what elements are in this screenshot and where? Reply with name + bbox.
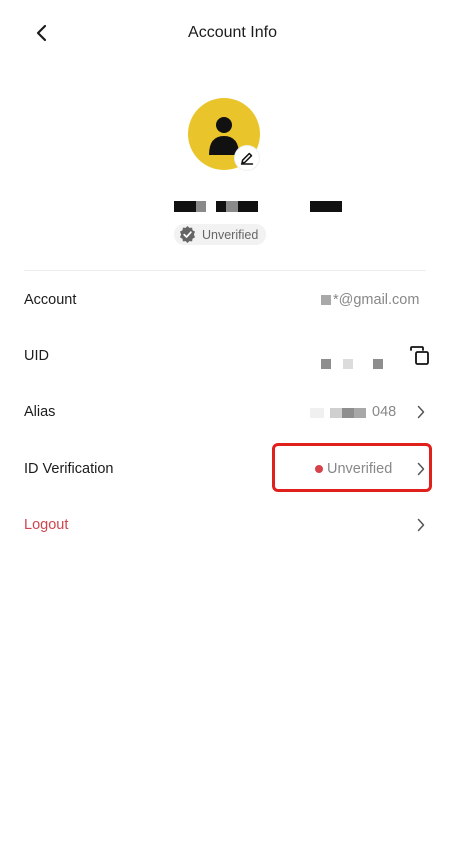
edit-avatar-button[interactable] (235, 146, 259, 170)
verification-status-badge: Unverified (174, 224, 267, 245)
redacted-username (0, 201, 465, 213)
id-verification-value: Unverified (327, 461, 393, 477)
chevron-right-icon (417, 518, 425, 532)
uid-label: UID (24, 348, 49, 364)
verified-shield-icon (180, 226, 195, 243)
redaction-block (196, 201, 206, 212)
divider (24, 270, 426, 271)
account-value: *@gmail.com (333, 292, 420, 308)
pencil-icon (240, 152, 254, 165)
alias-label: Alias (24, 404, 56, 420)
redaction-block (216, 201, 226, 212)
redaction-block (174, 201, 196, 212)
unverified-dot (315, 465, 323, 473)
alias-value: 048 (372, 404, 397, 420)
chevron-right-icon (417, 462, 425, 476)
logout-row[interactable]: Logout (0, 497, 465, 553)
avatar-container[interactable] (188, 98, 260, 170)
chevron-right-icon (417, 405, 425, 419)
logout-label: Logout (24, 517, 69, 533)
redaction-block (310, 408, 324, 418)
redaction-block (238, 201, 258, 212)
redaction-block (310, 201, 342, 212)
verification-status-text: Unverified (202, 227, 259, 242)
header-bar: Account Info (0, 0, 465, 70)
page-title: Account Info (188, 24, 277, 41)
uid-row[interactable]: UID (0, 328, 465, 384)
copy-button[interactable] (408, 345, 432, 367)
id-verification-row[interactable]: ID Verification Unverified (0, 441, 465, 497)
alias-row[interactable]: Alias 048 (0, 384, 465, 440)
copy-icon (410, 346, 429, 365)
redaction-block (354, 408, 366, 418)
redaction-block (321, 295, 331, 305)
redaction-block (373, 359, 383, 369)
redaction-block (342, 408, 354, 418)
account-row[interactable]: Account *@gmail.com (0, 272, 465, 328)
redaction-block (343, 359, 353, 369)
account-label: Account (24, 292, 77, 308)
redaction-block (226, 201, 238, 212)
redaction-block (321, 359, 331, 369)
id-verification-label: ID Verification (24, 461, 114, 477)
redaction-block (330, 408, 342, 418)
